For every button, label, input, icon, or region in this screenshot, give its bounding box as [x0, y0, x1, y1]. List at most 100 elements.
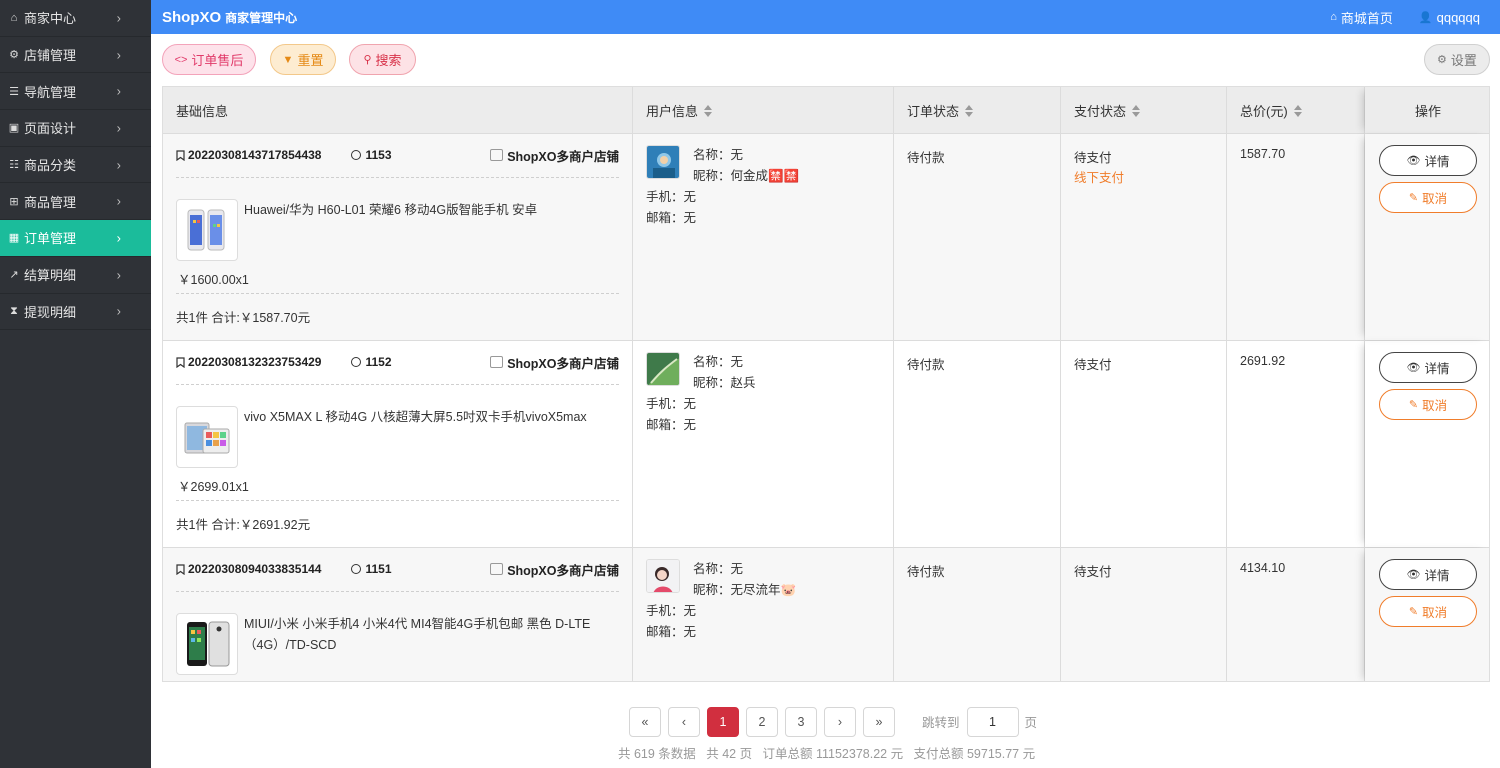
page-button-1[interactable]: 1 [707, 706, 739, 737]
pay-status: 待支付 [1074, 565, 1112, 579]
layout-icon: ▣ [8, 122, 20, 135]
sidebar-item-page-design[interactable]: ▣ 页面设计 › [0, 110, 151, 147]
order-id-value: 1151 [365, 562, 392, 576]
user-nickname: 何金成🈲🈲 [730, 169, 800, 183]
goods-image[interactable] [176, 406, 238, 468]
clock-icon [351, 150, 362, 160]
order-total: 4134.10 [1240, 561, 1286, 575]
page-button-3[interactable]: 3 [785, 706, 817, 737]
shop-name[interactable]: ShopXO多商户店铺 [490, 560, 619, 579]
sidebar-item-store[interactable]: ⚙ 店铺管理 › [0, 37, 151, 74]
sidebar-item-label: 商品分类 [24, 158, 77, 174]
order-id: 1151 [351, 562, 392, 576]
menu-icon: ☰ [9, 85, 19, 98]
chevron-right-icon: › [116, 157, 121, 173]
sidebar-item-category[interactable]: ☷ 商品分类 › [0, 147, 151, 184]
basic-info-cell: 20220308143717854438 1153 ShopXO多商户店铺 Hu… [163, 134, 633, 340]
user-info-cell: 名称：无 昵称：无尽流年🐷 手机：无 邮箱：无 [633, 548, 894, 681]
toolbar: <> 订单售后 ▼ 重置 ⚲ 搜索 ⚙ 设置 [162, 44, 1490, 76]
next-page-button[interactable]: › [824, 706, 856, 737]
goods-title[interactable]: Huawei/华为 H60-L01 荣耀6 移动4G版智能手机 安卓 [244, 200, 619, 221]
chart-icon: ↗ [9, 269, 19, 282]
column-header-order-status[interactable]: 订单状态 [894, 87, 1061, 134]
search-button[interactable]: ⚲ 搜索 [349, 44, 416, 75]
order-status-cell: 待付款 [894, 341, 1061, 547]
goods-image[interactable] [176, 199, 238, 261]
goods-title[interactable]: vivo X5MAX L 移动4G 八核超薄大屏5.5吋双卡手机vivoX5ma… [244, 407, 619, 428]
avatar [646, 559, 680, 593]
brush-icon: ✎ [1408, 192, 1419, 204]
column-header-total[interactable]: 总价(元) [1227, 87, 1365, 134]
reset-button[interactable]: ▼ 重置 [270, 44, 336, 75]
sort-icon[interactable] [704, 104, 713, 117]
settings-button[interactable]: ⚙ 设置 [1424, 44, 1490, 75]
total-cell: 1587.70 [1227, 134, 1365, 340]
sidebar-item-withdrawal[interactable]: ⧗ 提现明细 › [0, 294, 151, 331]
total-cell: 2691.92 [1227, 341, 1365, 547]
gear-icon: ⚙ [9, 49, 19, 62]
email-label: 邮箱： [646, 211, 684, 225]
jump-label: 跳转到 [922, 716, 960, 730]
sidebar-item-orders[interactable]: ▦ 订单管理 › [0, 220, 151, 257]
column-header-pay-status[interactable]: 支付状态 [1061, 87, 1227, 134]
sidebar-item-label: 提现明细 [24, 304, 77, 320]
shop-name[interactable]: ShopXO多商户店铺 [490, 353, 619, 372]
user-name: 无 [730, 355, 744, 369]
user-menu[interactable]: 👤 qqqqqq [1419, 10, 1480, 25]
sidebar-item-merchant-center[interactable]: ⌂ 商家中心 › [0, 0, 151, 37]
divider [176, 500, 619, 501]
sidebar-item-label: 订单管理 [24, 231, 77, 247]
cancel-button[interactable]: ✎ 取消 [1379, 596, 1477, 627]
order-status-cell: 待付款 [894, 134, 1061, 340]
detail-button[interactable]: 👁 详情 [1379, 559, 1477, 590]
order-number: 20220308143717854438 [188, 148, 322, 162]
total-cell: 4134.10 [1227, 548, 1365, 681]
goods-title[interactable]: MIUI/小米 小米手机4 小米4代 MI4智能4G手机包邮 黑色 D-LTE（… [244, 614, 619, 656]
order-total: 1587.70 [1240, 147, 1286, 161]
first-page-button[interactable]: « [629, 706, 661, 737]
pay-method: 线下支付 [1074, 171, 1125, 185]
user-email: 无 [683, 625, 697, 639]
after-sales-button[interactable]: <> 订单售后 [162, 44, 256, 75]
name-label: 名称： [693, 148, 731, 162]
page-button-2[interactable]: 2 [746, 706, 778, 737]
user-phone: 无 [683, 604, 697, 618]
cancel-button[interactable]: ✎ 取消 [1379, 182, 1477, 213]
hourglass-icon: ⧗ [10, 304, 18, 317]
shop-name-label: ShopXO多商户店铺 [507, 149, 619, 164]
home-icon: ⌂ [1330, 11, 1337, 23]
basic-info-cell: 20220308094033835144 1151 ShopXO多商户店铺 MI… [163, 548, 633, 681]
name-label: 名称： [693, 562, 731, 576]
user-contact-block: 手机：无 邮箱：无 [646, 601, 696, 643]
sidebar-item-settlement[interactable]: ↗ 结算明细 › [0, 257, 151, 294]
sidebar-item-goods[interactable]: ⊞ 商品管理 › [0, 183, 151, 221]
jump-unit: 页 [1024, 716, 1038, 730]
sort-icon[interactable] [965, 104, 974, 117]
detail-button[interactable]: 👁 详情 [1379, 145, 1477, 176]
cancel-button[interactable]: ✎ 取消 [1379, 389, 1477, 420]
column-label: 操作 [1414, 104, 1441, 119]
detail-button[interactable]: 👁 详情 [1379, 352, 1477, 383]
chevron-right-icon: › [116, 193, 121, 209]
last-page-button[interactable]: » [863, 706, 895, 737]
code-icon: <> [174, 53, 188, 66]
sort-icon[interactable] [1132, 104, 1141, 117]
eye-icon: 👁 [1406, 155, 1421, 167]
shop-name[interactable]: ShopXO多商户店铺 [490, 146, 619, 165]
user-info-cell: 名称：无 昵称：何金成🈲🈲 手机：无 邮箱：无 [633, 134, 894, 340]
jump-page-input[interactable] [966, 706, 1019, 737]
chevron-right-icon: › [116, 10, 121, 26]
user-email: 无 [683, 418, 697, 432]
prev-page-button[interactable]: ‹ [668, 706, 700, 737]
pay-status: 待支付 [1074, 358, 1112, 372]
sidebar-item-navigation[interactable]: ☰ 导航管理 › [0, 73, 151, 111]
column-header-user-info[interactable]: 用户信息 [633, 87, 894, 134]
user-phone: 无 [683, 190, 697, 204]
goods-image[interactable] [176, 613, 238, 675]
table-header: 基础信息 用户信息 订单状态 支付状态 总价(元) 操作 [163, 87, 1489, 134]
mall-home-link[interactable]: ⌂ 商城首页 [1330, 8, 1393, 27]
email-label: 邮箱： [646, 418, 684, 432]
sort-icon[interactable] [1293, 104, 1302, 117]
phone-image [187, 209, 225, 251]
eye-icon: 👁 [1406, 569, 1421, 581]
